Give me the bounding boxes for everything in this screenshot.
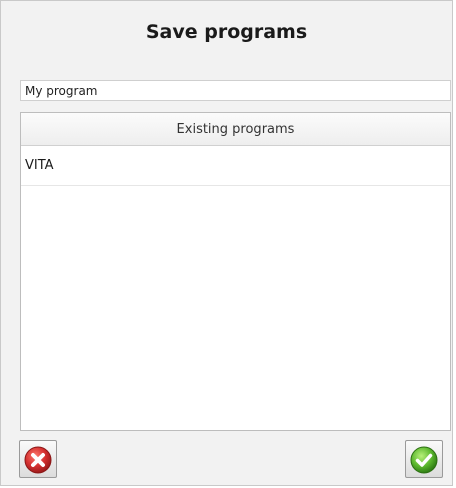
dialog-title: Save programs — [145, 21, 308, 43]
cancel-button[interactable] — [19, 440, 57, 478]
confirm-button[interactable] — [405, 440, 443, 478]
program-name-input[interactable] — [20, 80, 451, 101]
green-checkmark-circle-icon — [410, 446, 438, 474]
existing-programs-list: Existing programs VITA — [20, 112, 451, 431]
red-x-circle-icon — [24, 446, 52, 474]
save-programs-dialog: Save programs Existing programs VITA — [0, 0, 453, 486]
list-header: Existing programs — [21, 113, 450, 146]
list-item-vita[interactable]: VITA — [21, 146, 450, 186]
